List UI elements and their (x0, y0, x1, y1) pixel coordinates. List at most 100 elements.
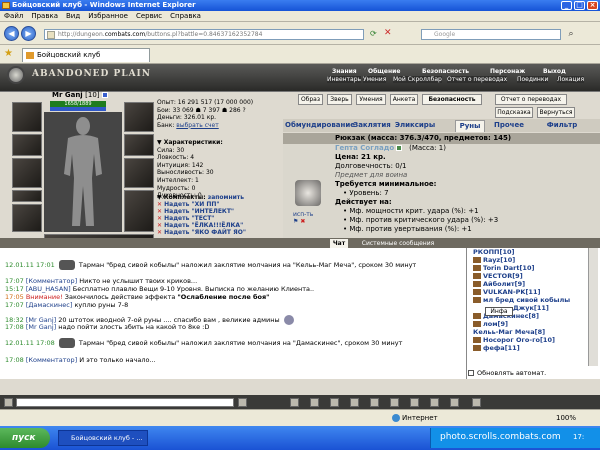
sets-toggle-icon[interactable]: ▼ (157, 194, 162, 201)
sets-remember-link[interactable]: запомнить (208, 194, 244, 201)
delete-icon[interactable]: ✕ (157, 208, 162, 215)
chat-menu-icon[interactable] (4, 398, 13, 407)
refresh-chat-button[interactable] (410, 398, 419, 407)
user-row[interactable]: Носорог Ого-го[10] (473, 336, 555, 344)
smiles-button[interactable] (310, 398, 319, 407)
zoom-level[interactable]: 100% (556, 410, 576, 426)
msg-nick[interactable]: [Дамаскинес] (26, 301, 73, 309)
back-arrow-icon[interactable]: ◀ (4, 26, 19, 41)
security-button[interactable]: Безопасность (422, 94, 482, 105)
user-row[interactable]: лом[9] (473, 320, 508, 328)
belt-slot[interactable] (12, 190, 42, 202)
topmenu-inventory[interactable]: Инвентарь (327, 76, 362, 83)
image-button[interactable]: Образ (298, 94, 323, 105)
armor-slot[interactable] (12, 158, 42, 188)
stats-toggle-icon[interactable]: ▼ (157, 139, 162, 146)
topmenu-character[interactable]: Персонаж (490, 68, 525, 75)
set-item[interactable]: ✕ Надеть "ЁЛКА!!!ЁЛКА" (157, 222, 285, 229)
topmenu-security[interactable]: Безопасность (422, 68, 469, 75)
item-name[interactable]: Гепта Согладо (335, 144, 394, 152)
shield-slot[interactable] (124, 158, 154, 188)
topmenu-scrollbar[interactable]: Мой Скроллбар (393, 76, 442, 83)
user-row[interactable]: РКОПП[10] (473, 248, 514, 256)
boots-slot[interactable] (124, 190, 154, 232)
user-row[interactable]: VULKAN-PK[11] (473, 288, 540, 296)
item-info-icon[interactable] (396, 145, 403, 151)
user-row[interactable]: VECTOR[9] (473, 272, 523, 280)
set-item[interactable]: ✕ Надеть "ХИ ПП" (157, 201, 285, 208)
tab-runes[interactable]: Руны (455, 120, 485, 132)
msg-nick[interactable]: [Комментатор] (26, 356, 77, 364)
forward-arrow-icon[interactable]: ▶ (21, 26, 36, 41)
msg-nick[interactable]: [Комментатор] (26, 277, 77, 285)
ring-slot[interactable] (12, 204, 42, 232)
topmenu-location[interactable]: Локация (557, 76, 585, 83)
refresh-icon[interactable]: ⟳ (370, 29, 377, 38)
menu-file[interactable]: Файл (0, 12, 27, 20)
menu-help[interactable]: Справка (166, 12, 205, 20)
topmenu-fights[interactable]: Поединки (517, 76, 549, 83)
return-button[interactable]: Вернуться (537, 107, 575, 118)
user-row[interactable]: фефа[11] (473, 344, 520, 352)
menu-view[interactable]: Вид (62, 12, 84, 20)
user-row[interactable]: Кельь-Маг Меча[8] (473, 328, 545, 336)
tab-other[interactable]: Прочее (491, 120, 527, 132)
taskbar-item[interactable]: Бойцовский клуб - ... (58, 430, 148, 446)
msg-nick[interactable]: [ABU_HASAN] (26, 285, 71, 293)
delete-icon[interactable]: ✕ (157, 222, 162, 229)
translit-button[interactable] (330, 398, 339, 407)
profile-button[interactable]: Анкета (390, 94, 418, 105)
character-name[interactable]: Mr Ganj [10] (52, 91, 108, 99)
close-button[interactable]: × (587, 1, 598, 10)
tab-filter[interactable]: Фильтр (545, 120, 579, 132)
address-input[interactable]: http://dungeon.combats.com/buttons.pl?ba… (44, 29, 364, 40)
start-button[interactable]: пуск (0, 428, 50, 448)
chat-input[interactable] (16, 398, 234, 407)
drop-icon[interactable]: ⚑ (293, 218, 298, 225)
checkbox-box[interactable] (468, 370, 474, 376)
sound-button[interactable] (370, 398, 379, 407)
bank-link[interactable]: выбрать счет (176, 122, 218, 129)
user-row[interactable]: Айболит[9] (473, 280, 525, 288)
log-button[interactable] (430, 398, 439, 407)
set-item[interactable]: ✕ Надеть "ИНТЕЛЕКТ" (157, 208, 285, 215)
delete-icon[interactable]: ✕ (157, 201, 162, 208)
settings-button[interactable] (450, 398, 459, 407)
msg-nick[interactable]: [Mr Ganj] (26, 323, 56, 331)
search-input[interactable]: Google (421, 29, 561, 40)
delete-icon[interactable]: ✕ (157, 229, 162, 236)
user-row[interactable]: Torin Dart[10] (473, 264, 534, 272)
menu-edit[interactable]: Правка (27, 12, 62, 20)
user-row[interactable]: мл бред сивой кобылы (473, 296, 570, 304)
userlist-scrollbar[interactable] (588, 248, 598, 366)
auto-update-checkbox[interactable]: Обновлять автомат. (468, 369, 546, 377)
topmenu-skills[interactable]: Умения (363, 76, 387, 83)
weapon-slot[interactable] (12, 134, 42, 156)
transfers-button[interactable]: Отчет о переводах (495, 94, 567, 105)
tab-elixirs[interactable]: Эликсиры (393, 120, 437, 132)
topmenu-transfers[interactable]: Отчет о переводах (447, 76, 508, 83)
topmenu-knowledge[interactable]: Знания (332, 68, 357, 75)
tab-equipment[interactable]: Обмундирование (285, 120, 355, 132)
exit-chat-button[interactable] (472, 398, 481, 407)
tab-spells[interactable]: Заклятия (353, 120, 391, 132)
amulet-slot[interactable] (124, 134, 154, 156)
pet-button[interactable]: Зверь (327, 94, 352, 105)
send-button[interactable] (238, 398, 247, 407)
earring-slot[interactable] (124, 102, 154, 132)
maximize-button[interactable]: □ (574, 1, 585, 10)
favorites-star-icon[interactable]: ★ (4, 48, 13, 59)
delete-item-icon[interactable]: ✖ (300, 218, 305, 225)
skills-button[interactable]: Умения (356, 94, 386, 105)
menu-tools[interactable]: Сервис (132, 12, 166, 20)
minimize-button[interactable]: _ (561, 1, 572, 10)
set-item[interactable]: ✕ Надеть "ЯКО ФАЙТ ЯО" (157, 229, 285, 236)
topmenu-social[interactable]: Общение (368, 68, 400, 75)
item-use-link[interactable]: исп-ть (293, 211, 313, 218)
user-row[interactable]: Rayz[10] (473, 256, 515, 264)
helmet-slot[interactable] (12, 102, 42, 132)
tab-system-messages[interactable]: Системные сообщения (353, 239, 443, 248)
stop-icon[interactable]: ✕ (384, 28, 392, 38)
filter-button[interactable] (350, 398, 359, 407)
topmenu-exit[interactable]: Выход (543, 68, 566, 75)
